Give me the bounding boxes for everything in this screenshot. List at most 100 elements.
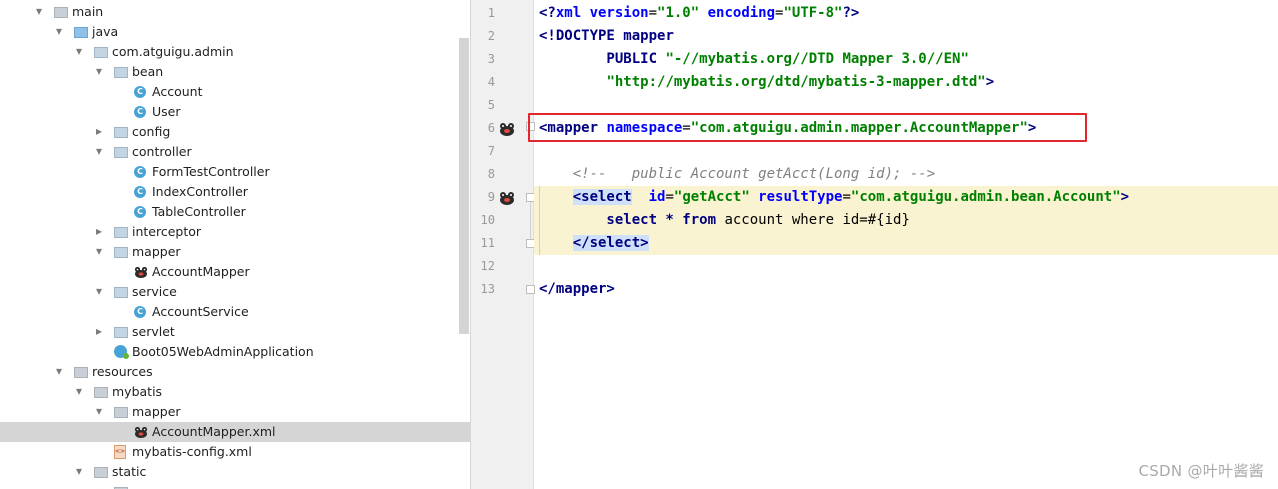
tree-item-label: java <box>92 24 119 39</box>
chevron-down-icon[interactable]: ▾ <box>74 385 84 397</box>
tree-item[interactable]: AccountMapper.xml <box>0 422 470 442</box>
chevron-right-icon[interactable]: ▸ <box>94 125 104 137</box>
java-class-icon <box>134 306 146 318</box>
code-line-10[interactable]: select * from account where id=#{id} <box>539 209 910 232</box>
line-number: 8 <box>487 167 495 181</box>
tree-item[interactable]: ▾ bean <box>0 62 470 82</box>
tree-item[interactable]: ▸ interceptor <box>0 222 470 242</box>
xml-comment: <!-- public Account getAcct(Long id); --… <box>539 166 936 182</box>
chevron-down-icon[interactable]: ▾ <box>54 25 64 37</box>
tree-item[interactable]: ▾ main <box>0 2 470 22</box>
attr-value: "1.0" <box>657 5 700 21</box>
tree-item-label: interceptor <box>132 224 202 239</box>
code-line-9[interactable]: <select id="getAcct" resultType="com.atg… <box>539 186 1129 209</box>
tree-item[interactable]: IndexController <box>0 182 470 202</box>
tree-item[interactable]: ▾ controller <box>0 142 470 162</box>
select-open-tag: <select <box>572 189 632 205</box>
tree-item[interactable]: AccountService <box>0 302 470 322</box>
tree-item[interactable]: Account <box>0 82 470 102</box>
chevron-right-icon[interactable]: ▸ <box>94 325 104 337</box>
chevron-right-icon[interactable]: ▸ <box>94 225 104 237</box>
tree-item[interactable]: AccountMapper <box>0 262 470 282</box>
chevron-down-icon[interactable]: ▾ <box>74 465 84 477</box>
code-line-11[interactable]: </select> <box>539 232 649 255</box>
tree-item[interactable]: ▾ java <box>0 22 470 42</box>
code-editor[interactable]: 1 2 3 4 5 6 7 8 9 10 11 12 13 <?xml vers… <box>471 0 1278 489</box>
select-close-tag: </select> <box>572 235 649 251</box>
folder-icon <box>114 407 128 418</box>
chevron-down-icon[interactable]: ▾ <box>94 145 104 157</box>
code-line-3[interactable]: PUBLIC "-//mybatis.org//DTD Mapper 3.0//… <box>539 48 968 71</box>
tree-item-label: AccountService <box>152 304 249 319</box>
doctype-close: > <box>985 74 995 90</box>
tree-item[interactable]: ▾ service <box>0 282 470 302</box>
tree-item[interactable]: User <box>0 102 470 122</box>
tree-item[interactable]: ▾ resources <box>0 362 470 382</box>
folder-icon <box>94 387 108 398</box>
code-line-4[interactable]: "http://mybatis.org/dtd/mybatis-3-mapper… <box>539 71 994 94</box>
chevron-down-icon[interactable]: ▾ <box>74 45 84 57</box>
chevron-down-icon[interactable]: ▾ <box>94 245 104 257</box>
tree-item[interactable]: ▾ static <box>0 462 470 482</box>
code-line-13[interactable]: </mapper> <box>539 278 615 301</box>
public-keyword: PUBLIC <box>539 51 666 67</box>
chevron-down-icon[interactable]: ▾ <box>94 405 104 417</box>
package-icon <box>114 127 128 138</box>
tree-item-label: mapper <box>132 244 181 259</box>
doctype-name: mapper <box>623 28 674 44</box>
tree-item[interactable]: ▾ mybatis <box>0 382 470 402</box>
line-number: 1 <box>487 6 495 20</box>
tree-scrollbar-thumb[interactable] <box>459 38 469 334</box>
tree-item-label: mapper <box>132 404 181 419</box>
tree-item[interactable]: Boot05WebAdminApplication <box>0 342 470 362</box>
tree-item-label: config <box>132 124 171 139</box>
xml-attr: encoding <box>699 5 776 21</box>
line-number: 10 <box>480 213 495 227</box>
tree-item-label: resources <box>92 364 153 379</box>
tree-item[interactable]: FormTestController <box>0 162 470 182</box>
mybatis-navigation-icon[interactable] <box>498 121 516 137</box>
tree-item-label: User <box>152 104 181 119</box>
chevron-down-icon[interactable]: ▾ <box>94 65 104 77</box>
tree-item[interactable]: ▸ <box>0 482 470 489</box>
package-icon <box>114 247 128 258</box>
xml-attr: xml version <box>555 5 649 21</box>
tree-item-label: AccountMapper <box>152 264 250 279</box>
fold-end-marker-icon[interactable] <box>526 285 535 294</box>
chevron-down-icon[interactable]: ▾ <box>34 5 44 17</box>
tree-item[interactable]: ▾ mapper <box>0 242 470 262</box>
chevron-down-icon[interactable]: ▾ <box>54 365 64 377</box>
tree-item[interactable]: ▾ com.atguigu.admin <box>0 42 470 62</box>
tree-item-label: mybatis-config.xml <box>132 444 252 459</box>
equals: = <box>648 5 658 21</box>
code-line-8[interactable]: <!-- public Account getAcct(Long id); --… <box>539 163 935 186</box>
tree-item-label: TableController <box>152 204 246 219</box>
code-line-2[interactable]: <!DOCTYPE mapper <box>539 25 674 48</box>
mybatis-navigation-icon[interactable] <box>498 190 516 206</box>
xml-file-icon <box>114 445 126 459</box>
tree-item[interactable]: mybatis-config.xml <box>0 442 470 462</box>
chevron-right-icon[interactable]: ▸ <box>94 485 104 489</box>
tree-item[interactable]: TableController <box>0 202 470 222</box>
code-line-1[interactable]: <?xml version="1.0" encoding="UTF-8"?> <box>539 2 859 25</box>
tree-item[interactable]: ▸ servlet <box>0 322 470 342</box>
sql-where: where id=#{id} <box>783 212 910 228</box>
spring-app-icon <box>114 345 129 359</box>
equals: = <box>665 189 674 205</box>
doctype-keyword: <!DOCTYPE <box>539 28 624 44</box>
tree-item-label: FormTestController <box>152 164 270 179</box>
tree-item-label: static <box>112 464 147 479</box>
attr-value: "UTF-8" <box>783 5 843 21</box>
tree-item[interactable]: ▸ config <box>0 122 470 142</box>
tree-item[interactable]: ▾ mapper <box>0 402 470 422</box>
java-class-icon <box>134 186 146 198</box>
line-number: 6 <box>487 121 495 135</box>
tree-item-label: com.atguigu.admin <box>112 44 234 59</box>
resulttype-attr: resultType <box>749 189 843 205</box>
chevron-down-icon[interactable]: ▾ <box>94 285 104 297</box>
mybatis-icon <box>134 426 148 438</box>
mybatis-icon <box>134 266 148 278</box>
project-tree: ▾ main ▾ java ▾ com.atguigu.admin ▾ bean Account… <box>0 2 470 489</box>
tree-item-label: controller <box>132 144 192 159</box>
